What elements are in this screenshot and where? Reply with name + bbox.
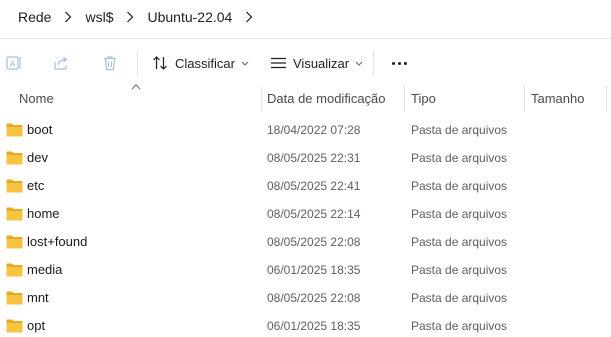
file-date: 08/05/2025 22:08 [267, 291, 361, 305]
delete-icon[interactable] [100, 53, 120, 73]
toolbar-separator [137, 50, 138, 76]
file-row[interactable]: lost+found 08/05/2025 22:08 Pasta de arq… [0, 228, 611, 256]
breadcrumb-item-rede[interactable]: Rede [12, 7, 57, 27]
chevron-down-icon [241, 61, 249, 66]
file-name: mnt [27, 290, 49, 305]
file-name: etc [27, 178, 45, 193]
file-name: dev [27, 150, 48, 165]
file-name: boot [27, 122, 53, 137]
column-header-type[interactable]: Tipo [411, 86, 436, 112]
sort-button[interactable]: Classificar [152, 50, 249, 76]
sort-label: Classificar [175, 55, 235, 71]
breadcrumb-divider [0, 38, 611, 39]
chevron-right-icon[interactable] [57, 7, 79, 27]
command-bar: A Classificar Visualizar [0, 44, 611, 82]
view-icon [271, 57, 286, 69]
folder-icon [6, 263, 23, 277]
file-name: home [27, 206, 60, 221]
svg-text:A: A [10, 60, 16, 69]
file-date: 08/05/2025 22:14 [267, 207, 361, 221]
file-name: opt [27, 318, 46, 333]
column-header-size[interactable]: Tamanho [531, 86, 584, 112]
file-type: Pasta de arquivos [411, 235, 508, 249]
file-row[interactable]: dev 08/05/2025 22:31 Pasta de arquivos [0, 144, 611, 172]
file-list: boot 18/04/2022 07:28 Pasta de arquivos … [0, 116, 611, 337]
file-date: 08/05/2025 22:08 [267, 235, 361, 249]
folder-icon [6, 291, 23, 305]
file-row[interactable]: mnt 08/05/2025 22:08 Pasta de arquivos [0, 284, 611, 312]
folder-icon [6, 123, 23, 137]
sort-icon [153, 56, 167, 70]
file-type: Pasta de arquivos [411, 263, 508, 277]
file-row[interactable]: boot 18/04/2022 07:28 Pasta de arquivos [0, 116, 611, 144]
file-type: Pasta de arquivos [411, 291, 508, 305]
file-type: Pasta de arquivos [411, 179, 508, 193]
file-row[interactable]: etc 08/05/2025 22:41 Pasta de arquivos [0, 172, 611, 200]
view-label: Visualizar [293, 55, 350, 71]
chevron-right-icon[interactable] [119, 7, 141, 27]
breadcrumb: Rede wsl$ Ubuntu-22.04 [0, 0, 611, 34]
folder-icon [6, 179, 23, 193]
file-name: lost+found [27, 234, 88, 249]
file-type: Pasta de arquivos [411, 123, 508, 137]
file-row[interactable]: home 08/05/2025 22:14 Pasta de arquivos [0, 200, 611, 228]
column-divider[interactable] [261, 86, 262, 112]
folder-icon [6, 319, 23, 333]
file-type: Pasta de arquivos [411, 207, 508, 221]
more-icon[interactable] [386, 50, 412, 76]
chevron-down-icon [355, 61, 363, 66]
folder-icon [6, 207, 23, 221]
file-date: 18/04/2022 07:28 [267, 123, 361, 137]
folder-icon [6, 235, 23, 249]
file-type: Pasta de arquivos [411, 151, 508, 165]
file-row[interactable]: media 06/01/2025 18:35 Pasta de arquivos [0, 256, 611, 284]
file-name: media [27, 262, 63, 277]
file-type: Pasta de arquivos [411, 319, 508, 333]
rename-icon[interactable]: A [4, 53, 24, 73]
column-divider[interactable] [524, 86, 525, 112]
toolbar-separator [373, 50, 374, 76]
column-divider[interactable] [606, 86, 607, 112]
file-date: 08/05/2025 22:31 [267, 151, 361, 165]
breadcrumb-item-ubuntu[interactable]: Ubuntu-22.04 [141, 7, 238, 27]
share-icon[interactable] [51, 53, 71, 73]
column-header-date[interactable]: Data de modificação [267, 86, 386, 112]
file-row[interactable]: opt 06/01/2025 18:35 Pasta de arquivos [0, 312, 611, 337]
chevron-right-icon[interactable] [238, 7, 260, 27]
column-header-name[interactable]: Nome [19, 86, 54, 112]
folder-icon [6, 151, 23, 165]
column-header-row: Nome Data de modificação Tipo Tamanho [0, 86, 611, 112]
file-date: 08/05/2025 22:41 [267, 179, 361, 193]
file-date: 06/01/2025 18:35 [267, 319, 361, 333]
file-date: 06/01/2025 18:35 [267, 263, 361, 277]
breadcrumb-item-wsl[interactable]: wsl$ [79, 7, 119, 27]
view-button[interactable]: Visualizar [270, 50, 363, 76]
column-divider[interactable] [404, 86, 405, 112]
